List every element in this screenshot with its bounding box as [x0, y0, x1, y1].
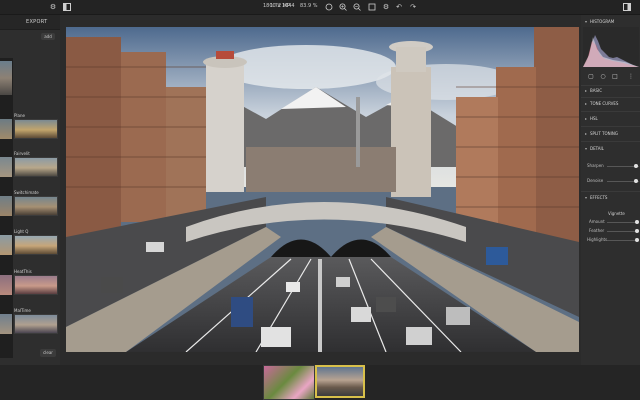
city-tunnel-photo — [66, 27, 579, 352]
more-options-icon[interactable]: ⋮ — [627, 73, 635, 81]
main-photo[interactable] — [66, 27, 579, 352]
divider — [581, 126, 640, 127]
filmstrip-thumbnail[interactable] — [0, 196, 12, 216]
amount-slider-knob[interactable] — [635, 220, 640, 224]
histogram-header[interactable]: ▾ HISTOGRAM — [585, 19, 614, 24]
export-tab[interactable]: EXPORT — [26, 19, 48, 25]
panel-icon[interactable] — [62, 2, 72, 12]
sharpen-slider-knob[interactable] — [633, 164, 638, 168]
filmstrip-thumbnail[interactable] — [0, 275, 12, 295]
highlights-slider-knob[interactable] — [635, 238, 640, 242]
fit-icon[interactable] — [324, 2, 334, 12]
undo-icon[interactable]: ↶ — [394, 2, 404, 12]
hsl-section-header[interactable]: ▸ HSL — [585, 116, 598, 121]
split-toning-section-header[interactable]: ▸ SPLIT TONING — [585, 131, 618, 136]
redo-icon[interactable]: ↷ — [408, 2, 418, 12]
megapixels: 1.72 MP — [270, 3, 291, 9]
amount-label: Amount — [589, 219, 605, 224]
divider — [581, 97, 640, 98]
vignette-group-label: Vignette — [608, 211, 625, 216]
preset-thumbnail[interactable] — [14, 119, 58, 139]
highlights-slider[interactable] — [607, 240, 639, 241]
preset-item[interactable]: Switchimate — [14, 190, 58, 216]
filmstrip — [0, 365, 640, 400]
preset-thumbnail[interactable] — [14, 157, 58, 177]
divider — [581, 191, 640, 192]
gear-icon[interactable]: ⚙ — [48, 2, 58, 12]
preset-thumbnail[interactable] — [14, 196, 58, 216]
detail-section-header[interactable]: ▾ DETAIL — [585, 146, 604, 151]
histogram-chart — [583, 27, 639, 67]
left-panel-header: EXPORT — [0, 15, 60, 30]
preset-item[interactable]: Light Q — [14, 229, 58, 255]
crop-tool-icon[interactable]: ▢ — [587, 73, 595, 81]
preset-thumbnail[interactable] — [14, 314, 58, 334]
add-preset-button[interactable]: add — [41, 33, 55, 40]
tone-curves-section-header[interactable]: ▸ TONE CURVES — [585, 101, 618, 106]
feather-slider-knob[interactable] — [635, 229, 640, 233]
zoom-out-icon[interactable] — [352, 2, 362, 12]
denoise-slider-knob[interactable] — [633, 179, 638, 183]
denoise-label: Denoise — [587, 178, 604, 183]
feather-label: Feather — [589, 228, 605, 233]
top-toolbar: ⚙ 1800 x 1044 1.72 MP 83.9 % ⚙ ↶ ↷ — [0, 0, 640, 15]
preset-item[interactable]: MalTime — [14, 308, 58, 334]
fullscreen-icon[interactable]: ⚙ — [381, 2, 391, 12]
divider — [581, 111, 640, 112]
filmstrip-thumbnail[interactable] — [0, 314, 12, 334]
highlights-label: Highlights — [587, 237, 608, 242]
zoom-in-icon[interactable] — [338, 2, 348, 12]
feather-slider[interactable] — [607, 231, 639, 232]
presets-panel: EXPORT add Plane Fairvelit Switchimate L… — [0, 15, 60, 365]
filmstrip-thumbnail[interactable] — [0, 119, 12, 139]
tool-row: ▢ ○ □ ⋮ — [587, 73, 637, 81]
sidebar-icon[interactable] — [622, 2, 632, 12]
adjustments-panel: ▾ HISTOGRAM ▢ ○ □ ⋮ ▸ BASIC ▸ TONE CURVES ▸… — [581, 15, 640, 365]
preset-thumbnail[interactable] — [14, 235, 58, 255]
square-tool-icon[interactable]: □ — [611, 73, 619, 81]
circle-tool-icon[interactable]: ○ — [599, 73, 607, 81]
amount-slider[interactable] — [607, 222, 639, 223]
preset-item[interactable]: HeatThis — [14, 269, 58, 295]
sharpen-label: Sharpen — [587, 163, 604, 168]
divider — [581, 141, 640, 142]
effects-section-header[interactable]: ▾ EFFECTS — [585, 195, 607, 200]
divider — [581, 85, 640, 86]
zoom-level: 83.9 % — [300, 3, 318, 9]
preset-item[interactable]: Fairvelit — [14, 151, 58, 177]
filmstrip-thumbnail-selected[interactable] — [315, 365, 365, 398]
filmstrip-thumbnail[interactable] — [0, 235, 12, 255]
filmstrip-thumbnail[interactable] — [263, 365, 315, 400]
current-image-thumbnail[interactable] — [0, 61, 12, 95]
crop-icon[interactable] — [367, 2, 377, 12]
filmstrip-thumbnail[interactable] — [0, 157, 12, 177]
clear-presets-button[interactable]: clear — [40, 349, 56, 357]
preset-thumbnail[interactable] — [14, 275, 58, 295]
basic-section-header[interactable]: ▸ BASIC — [585, 88, 602, 93]
preset-item[interactable]: Plane — [14, 113, 58, 139]
